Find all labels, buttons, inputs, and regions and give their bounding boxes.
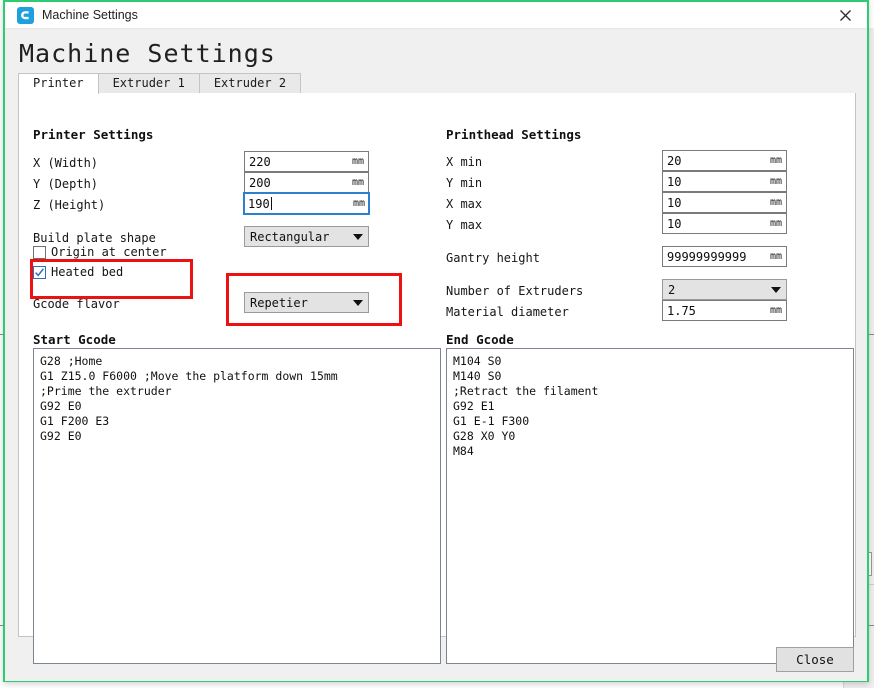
close-button[interactable]: Close bbox=[776, 647, 854, 672]
input-z-height-value: 190 bbox=[248, 196, 272, 211]
input-y-max-unit: mm bbox=[769, 218, 782, 229]
tab-strip: Printer Extruder 1 Extruder 2 bbox=[18, 73, 856, 94]
select-number-of-extruders[interactable]: 2 bbox=[662, 279, 787, 300]
label-y-min: Y min bbox=[446, 176, 483, 190]
chevron-down-icon bbox=[771, 286, 781, 293]
machine-settings-window: Machine Settings Machine Settings Printe… bbox=[3, 0, 869, 682]
label-x-width: X (Width) bbox=[33, 156, 99, 170]
label-gantry-height: Gantry height bbox=[446, 251, 540, 265]
title-bar: Machine Settings bbox=[5, 2, 867, 29]
input-y-min[interactable]: 10 mm bbox=[662, 171, 787, 192]
checkbox-heated-bed-label: Heated bed bbox=[51, 265, 124, 279]
input-x-max-value: 10 bbox=[667, 195, 682, 210]
label-x-min: X min bbox=[446, 155, 483, 169]
label-x-max: X max bbox=[446, 197, 483, 211]
checkbox-origin-at-center[interactable]: Origin at center bbox=[33, 245, 167, 259]
page-title: Machine Settings bbox=[19, 39, 276, 68]
checkbox-origin-at-center-label: Origin at center bbox=[51, 245, 167, 259]
input-x-max-unit: mm bbox=[769, 197, 782, 208]
label-y-depth: Y (Depth) bbox=[33, 177, 99, 191]
end-gcode-textarea[interactable]: M104 S0 M140 S0 ;Retract the filament G9… bbox=[446, 348, 854, 664]
printer-settings-title: Printer Settings bbox=[33, 127, 154, 142]
label-z-height: Z (Height) bbox=[33, 198, 106, 212]
input-gantry-height[interactable]: 99999999999 mm bbox=[662, 246, 787, 267]
label-y-max: Y max bbox=[446, 218, 483, 232]
input-y-min-value: 10 bbox=[667, 174, 682, 189]
checkbox-heated-bed[interactable]: Heated bed bbox=[33, 265, 123, 279]
input-x-max[interactable]: 10 mm bbox=[662, 192, 787, 213]
printer-tab-page: Printer Settings X (Width) 220 mm Y (Dep… bbox=[18, 93, 856, 664]
input-y-max[interactable]: 10 mm bbox=[662, 213, 787, 234]
select-gcode-flavor-value: Repetier bbox=[250, 295, 308, 310]
select-gcode-flavor[interactable]: Repetier bbox=[244, 292, 369, 313]
input-z-height-unit: mm bbox=[352, 198, 365, 209]
text-caret bbox=[270, 196, 272, 210]
cura-logo-icon bbox=[17, 6, 34, 24]
tab-extruder-1[interactable]: Extruder 1 bbox=[97, 73, 200, 93]
input-material-diameter-value: 1.75 bbox=[667, 303, 696, 318]
tab-extruder-2[interactable]: Extruder 2 bbox=[198, 73, 302, 93]
window-close-button[interactable] bbox=[823, 2, 867, 28]
input-y-max-value: 10 bbox=[667, 216, 682, 231]
tab-printer[interactable]: Printer bbox=[18, 73, 99, 94]
input-y-depth-value: 200 bbox=[249, 175, 271, 190]
select-build-plate-shape-value: Rectangular bbox=[250, 229, 330, 244]
printhead-settings-title: Printhead Settings bbox=[446, 127, 582, 142]
end-gcode-label: End Gcode bbox=[446, 332, 514, 347]
chevron-down-icon bbox=[353, 233, 363, 240]
select-number-of-extruders-value: 2 bbox=[668, 282, 676, 297]
input-y-min-unit: mm bbox=[769, 176, 782, 187]
origin-at-center-box bbox=[33, 245, 46, 259]
input-y-depth[interactable]: 200 mm bbox=[244, 172, 369, 193]
start-gcode-textarea[interactable]: G28 ;Home G1 Z15.0 F6000 ;Move the platf… bbox=[33, 348, 441, 664]
input-x-width-value: 220 bbox=[249, 154, 271, 169]
input-material-diameter-unit: mm bbox=[769, 305, 782, 316]
input-gantry-height-value: 99999999999 bbox=[667, 249, 747, 264]
select-build-plate-shape[interactable]: Rectangular bbox=[244, 226, 369, 247]
input-x-width-unit: mm bbox=[351, 156, 364, 167]
start-gcode-label: Start Gcode bbox=[33, 332, 116, 347]
input-material-diameter[interactable]: 1.75 mm bbox=[662, 300, 787, 321]
label-number-of-extruders: Number of Extruders bbox=[446, 284, 584, 298]
input-y-depth-unit: mm bbox=[351, 177, 364, 188]
heated-bed-box bbox=[33, 265, 46, 279]
input-gantry-height-unit: mm bbox=[769, 251, 782, 262]
label-build-plate-shape: Build plate shape bbox=[33, 231, 156, 245]
input-x-min-value: 20 bbox=[667, 153, 682, 168]
label-gcode-flavor: Gcode flavor bbox=[33, 297, 120, 311]
input-x-min-unit: mm bbox=[769, 155, 782, 166]
input-z-height[interactable]: 190 mm bbox=[243, 192, 370, 215]
label-material-diameter: Material diameter bbox=[446, 305, 569, 319]
chevron-down-icon bbox=[353, 299, 363, 306]
dialog-body: Machine Settings Printer Extruder 1 Extr… bbox=[5, 29, 867, 681]
window-title: Machine Settings bbox=[42, 8, 138, 22]
input-x-width[interactable]: 220 mm bbox=[244, 151, 369, 172]
input-x-min[interactable]: 20 mm bbox=[662, 150, 787, 171]
screenshot-root: e o c] Machine Settings Machine Settin bbox=[0, 0, 874, 688]
